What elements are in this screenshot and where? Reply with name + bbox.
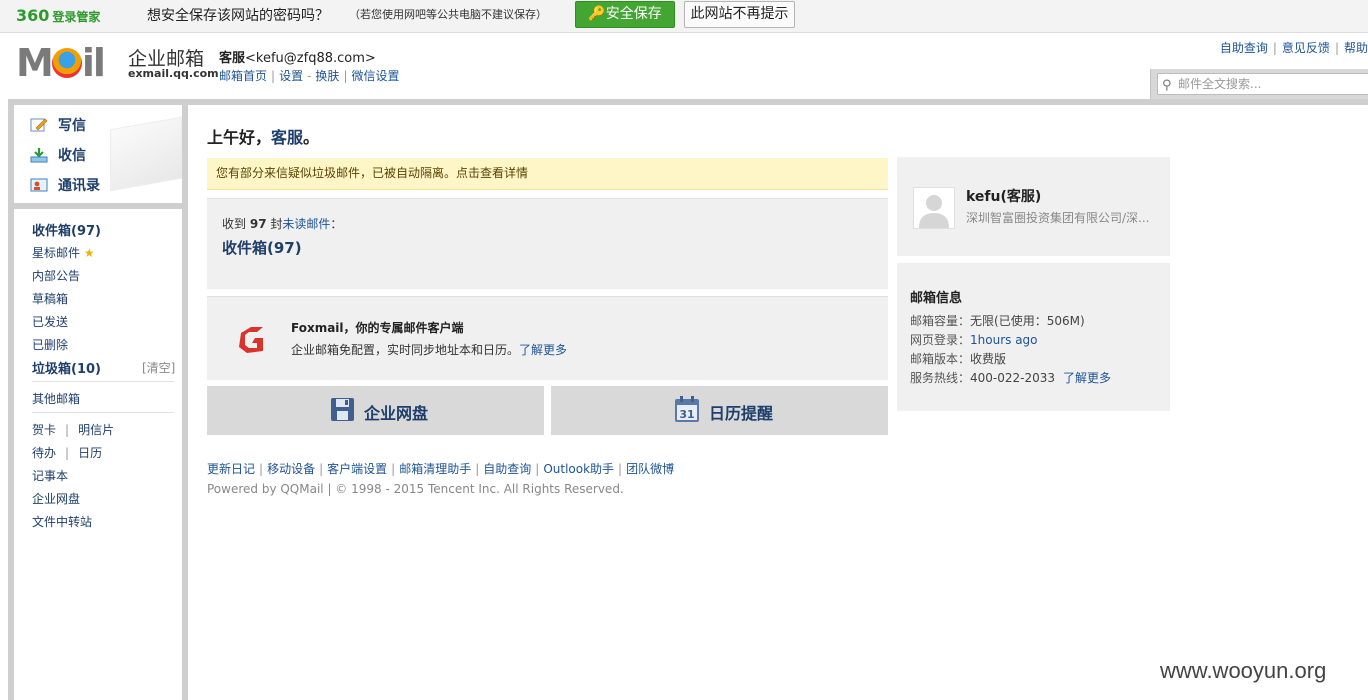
folder-divider [32, 412, 174, 413]
copyright: Powered by QQMail | © 1998 - 2015 Tencen… [207, 482, 624, 496]
unread-line: 收到 97 封未读邮件： [222, 217, 343, 231]
profile-card: kefu(客服) 深圳智富圈投资集团有限公司/深... [897, 157, 1170, 256]
top-link-feedback[interactable]: 意见反馈 [1282, 41, 1330, 55]
calendar-reminder-tile[interactable]: 31 日历提醒 [551, 386, 888, 435]
footer-cleanup[interactable]: 邮箱清理助手 [399, 462, 471, 476]
mailbox-info-card: 邮箱信息 邮箱容量：无限(已使用：506M) 网页登录：1hours ago 邮… [897, 263, 1170, 411]
foxmail-promo: Foxmail，你的专属邮件客户端 企业邮箱免配置，实时同步地址本和日历。了解更… [207, 296, 888, 380]
watermark: www.wooyun.org [1160, 658, 1327, 683]
footer-changelog[interactable]: 更新日记 [207, 462, 255, 476]
footer-client-settings[interactable]: 客户端设置 [327, 462, 387, 476]
save-password-question: 想安全保存该网站的密码吗？ [147, 8, 329, 24]
folder-drafts[interactable]: 草稿箱 [32, 290, 68, 307]
star-icon: ★ [83, 246, 95, 260]
mailbox-capacity: 邮箱容量：无限(已使用：506M) [910, 314, 1085, 328]
folder-announcements[interactable]: 内部公告 [32, 267, 80, 284]
frame-divider [182, 99, 188, 700]
clear-spam-link[interactable]: [清空] [142, 359, 175, 376]
compose-icon [30, 117, 48, 133]
folder-starred[interactable]: 星标邮件 ★ [32, 244, 95, 261]
footer-mobile[interactable]: 移动设备 [267, 462, 315, 476]
file-transfer-link[interactable]: 文件中转站 [32, 513, 92, 530]
inbox-download-icon [30, 147, 48, 163]
svg-text:31: 31 [679, 408, 694, 421]
floppy-disk-icon [330, 397, 355, 426]
contacts-button[interactable]: 通讯录 [30, 175, 100, 195]
envelope-decoration [110, 116, 182, 192]
calendar-link[interactable]: 日历 [78, 446, 102, 460]
unread-summary: 收到 97 封未读邮件： 收件箱(97) [207, 198, 888, 289]
notepad-link[interactable]: 记事本 [32, 467, 68, 484]
footer-outlook[interactable]: Outlook助手 [543, 462, 614, 476]
todo-link[interactable]: 待办 [32, 446, 56, 460]
folder-sent[interactable]: 已发送 [32, 313, 68, 330]
folder-divider [32, 381, 174, 382]
top-link-help[interactable]: 帮助 [1344, 41, 1368, 55]
foxmail-logo-icon [235, 323, 267, 355]
folder-spam[interactable]: 垃圾箱(10) [32, 358, 101, 377]
compose-button[interactable]: 写信 [30, 115, 86, 135]
frame-top-border [8, 99, 1368, 105]
search-input[interactable]: ⚲ 邮件全文搜索... [1157, 73, 1368, 95]
unread-inbox-link[interactable]: 收件箱(97) [222, 237, 302, 258]
footer-self-service[interactable]: 自助查询 [483, 462, 531, 476]
hotline-learn-more[interactable]: 了解更多 [1063, 371, 1111, 385]
foxmail-title: Foxmail，你的专属邮件客户端 [291, 321, 464, 335]
netdisk-tile[interactable]: 企业网盘 [207, 386, 544, 435]
exmail-logo[interactable]: Mil 企业邮箱 exmail.qq.com [16, 41, 219, 85]
calendar-icon: 31 [674, 396, 700, 427]
user-identity: 客服<kefu@zfq88.com> [219, 51, 376, 66]
mailbox-version: 邮箱版本：收费版 [910, 352, 1007, 366]
user-nav: 邮箱首页 | 设置 - 换肤 | 微信设置 [219, 69, 400, 83]
greeting-card-link[interactable]: 贺卡 [32, 423, 56, 437]
default-avatar-icon [919, 195, 949, 228]
receive-button[interactable]: 收信 [30, 145, 86, 165]
postcard-link[interactable]: 明信片 [78, 423, 114, 437]
greeting: 上午好，客服。 [207, 128, 320, 147]
360-logo: 360 登录管家 [16, 6, 101, 25]
never-prompt-button[interactable]: 此网站不再提示 [684, 1, 795, 28]
mailbox-info-title: 邮箱信息 [910, 291, 963, 306]
search-panel: ⚲ 邮件全文搜索... [1150, 69, 1368, 99]
profile-name: kefu(客服) [966, 189, 1042, 205]
greeting-name[interactable]: 客服 [271, 128, 303, 147]
service-hotline: 服务热线：400-022-2033 了解更多 [910, 371, 1112, 385]
nav-wechat-settings[interactable]: 微信设置 [351, 69, 399, 83]
top-link-self-service[interactable]: 自助查询 [1220, 41, 1268, 55]
search-icon: ⚲ [1162, 78, 1172, 93]
avatar[interactable] [913, 187, 955, 229]
logo-domain: exmail.qq.com [128, 67, 219, 80]
foxmail-learn-more[interactable]: 了解更多 [519, 343, 567, 357]
web-login-time[interactable]: 1hours ago [970, 333, 1038, 347]
nav-mail-home[interactable]: 邮箱首页 [219, 69, 267, 83]
tools-cards: 贺卡 | 明信片 [32, 423, 115, 437]
foxmail-desc: 企业邮箱免配置，实时同步地址本和日历。了解更多 [291, 343, 568, 357]
netdisk-tile-label: 企业网盘 [364, 404, 429, 423]
spam-warning-banner[interactable]: 您有部分来信疑似垃圾邮件，已被自动隔离。点击查看详情 [207, 158, 888, 190]
folder-deleted[interactable]: 已删除 [32, 336, 68, 353]
save-password-hint: （若您使用网吧等公共电脑不建议保存） [349, 8, 547, 21]
profile-company: 深圳智富圈投资集团有限公司/深... [966, 211, 1150, 225]
netdisk-link[interactable]: 企业网盘 [32, 490, 80, 507]
folder-list: 收件箱(97) 星标邮件 ★ 内部公告 草稿箱 已发送 已删除 垃圾箱(10) … [14, 209, 182, 700]
top-links: 自助查询 | 意见反馈 | 帮助 [1219, 41, 1368, 55]
password-save-bar: 360 登录管家 想安全保存该网站的密码吗？ （若您使用网吧等公共电脑不建议保存）… [0, 0, 1368, 33]
mail-logo-mark: Mil [16, 41, 106, 85]
tools-todo: 待办 | 日历 [32, 446, 103, 460]
unread-mail-link[interactable]: 未读邮件 [282, 217, 330, 231]
nav-settings[interactable]: 设置 [279, 69, 303, 83]
contacts-icon [30, 177, 48, 193]
quick-actions: 写信 收信 通讯录 [14, 105, 182, 203]
folder-other-mailbox[interactable]: 其他邮箱 [32, 390, 80, 407]
key-icon: 🔑 [588, 6, 606, 22]
user-email: <kefu@zfq88.com> [245, 51, 376, 66]
safe-save-button[interactable]: 🔑安全保存 [575, 1, 675, 28]
footer-links: 更新日记 | 移动设备 | 客户端设置 | 邮箱清理助手 | 自助查询 | Outlook助手 | 团队… [207, 462, 675, 476]
nav-change-skin[interactable]: 换肤 [315, 69, 339, 83]
calendar-tile-label: 日历提醒 [709, 404, 774, 423]
footer-weibo[interactable]: 团队微博 [626, 462, 674, 476]
web-login: 网页登录：1hours ago [910, 333, 1038, 347]
folder-inbox[interactable]: 收件箱(97) [32, 220, 101, 239]
